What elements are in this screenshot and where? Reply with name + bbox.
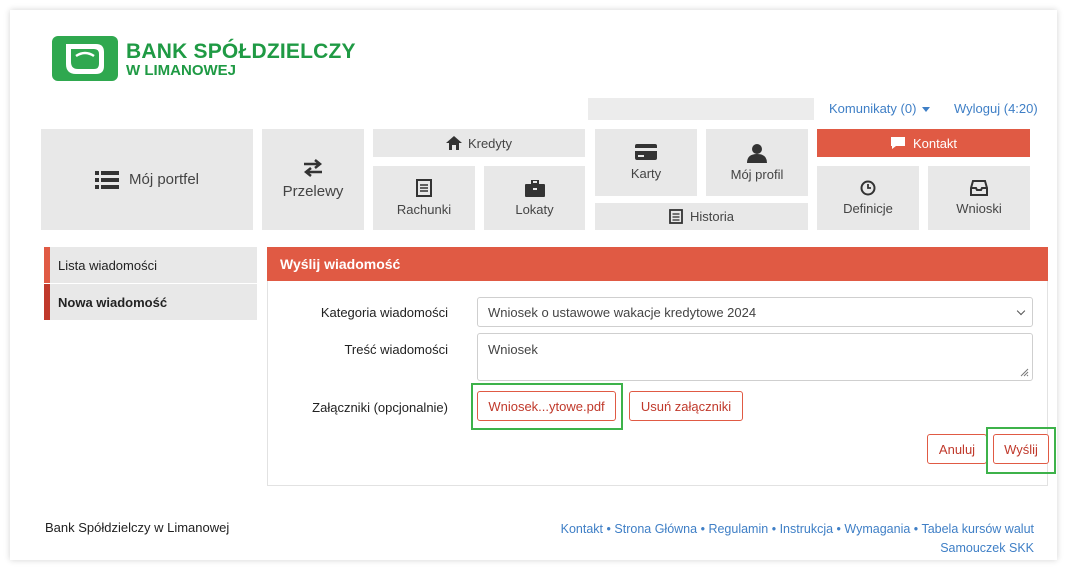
sidebar-item-lista-wiadomosci[interactable]: Lista wiadomości — [44, 247, 257, 283]
menu-definicje-label: Definicje — [843, 201, 893, 216]
content-value: Wniosek — [488, 342, 538, 357]
transfer-arrows-icon — [303, 159, 323, 177]
menu-wnioski[interactable]: Wnioski — [928, 166, 1030, 230]
category-label: Kategoria wiadomości — [320, 305, 448, 320]
content-label: Treść wiadomości — [344, 342, 448, 357]
footer-link-instrukcja[interactable]: Instrukcja — [780, 522, 834, 536]
credit-card-icon — [635, 144, 657, 160]
menu-rachunki[interactable]: Rachunki — [373, 166, 475, 230]
menu-moj-portfel[interactable]: Mój portfel — [41, 129, 253, 230]
menu-kontakt[interactable]: Kontakt — [817, 129, 1030, 157]
footer-bank-name: Bank Spółdzielczy w Limanowej — [45, 520, 230, 535]
send-button[interactable]: Wyślij — [993, 434, 1049, 464]
footer-link-wymagania[interactable]: Wymagania — [844, 522, 910, 536]
content-textarea[interactable]: Wniosek — [477, 333, 1033, 381]
sidebar-item-label: Nowa wiadomość — [58, 294, 168, 310]
footer-link-tabela-kursow[interactable]: Tabela kursów walut — [921, 522, 1034, 536]
menu-przelewy-label: Przelewy — [282, 183, 344, 200]
menu-wnioski-label: Wnioski — [956, 201, 1002, 216]
menu-moj-profil[interactable]: Mój profil — [706, 129, 808, 196]
list-icon — [94, 170, 119, 189]
komunikaty-label: Komunikaty (0) — [829, 101, 917, 116]
document-icon — [416, 179, 432, 197]
inbox-icon — [970, 180, 988, 196]
komunikaty-dropdown[interactable]: Komunikaty (0) — [829, 101, 931, 116]
user-icon — [747, 144, 767, 163]
bank-logo-icon[interactable] — [52, 36, 118, 81]
chevron-down-icon — [1016, 306, 1026, 316]
menu-karty[interactable]: Karty — [595, 129, 697, 196]
menu-definicje[interactable]: Definicje — [817, 166, 919, 230]
sidebar-item-label: Lista wiadomości — [58, 257, 157, 273]
sidebar-item-nowa-wiadomosc[interactable]: Nowa wiadomość — [44, 284, 257, 320]
menu-lokaty[interactable]: Lokaty — [484, 166, 585, 230]
menu-historia-label: Historia — [689, 209, 735, 224]
home-icon — [445, 136, 462, 150]
brand-name-line2: W LIMANOWEJ — [126, 62, 236, 79]
menu-kontakt-label: Kontakt — [912, 135, 958, 151]
footer-link-samouczek[interactable]: Samouczek SKK — [940, 541, 1034, 555]
menu-kredyty[interactable]: Kredyty — [373, 129, 585, 157]
panel-title: Wyślij wiadomość — [267, 247, 1048, 281]
menu-karty-label: Karty — [630, 166, 662, 181]
panel-title-text: Wyślij wiadomość — [280, 256, 401, 272]
attachments-label: Załączniki (opcjonalnie) — [312, 400, 448, 415]
briefcase-icon — [524, 179, 545, 197]
footer-links: Kontakt • Strona Główna • Regulamin • In… — [560, 522, 1034, 555]
category-selected-value: Wniosek o ustawowe wakacje kredytowe 202… — [488, 305, 757, 320]
footer-link-regulamin[interactable]: Regulamin — [708, 522, 768, 536]
menu-kredyty-label: Kredyty — [467, 135, 513, 151]
menu-moj-profil-label: Mój profil — [730, 167, 784, 182]
footer-link-kontakt[interactable]: Kontakt — [561, 522, 603, 536]
clock-icon — [860, 180, 876, 196]
menu-lokaty-label: Lokaty — [515, 201, 554, 217]
cancel-button[interactable]: Anuluj — [927, 434, 987, 464]
brand-name-line1: BANK SPÓŁDZIELCZY — [126, 40, 356, 63]
top-info-bar — [588, 98, 814, 120]
menu-historia[interactable]: Historia — [595, 203, 808, 230]
list-document-icon — [669, 209, 683, 224]
footer-link-strona-glowna[interactable]: Strona Główna — [614, 522, 697, 536]
caret-down-icon — [922, 107, 931, 113]
resize-grip-icon[interactable] — [1019, 367, 1029, 377]
category-select[interactable]: Wniosek o ustawowe wakacje kredytowe 202… — [477, 297, 1033, 327]
attachment-file-button[interactable]: Wniosek...ytowe.pdf — [477, 391, 616, 421]
menu-rachunki-label: Rachunki — [396, 202, 452, 217]
menu-przelewy[interactable]: Przelewy — [262, 129, 364, 230]
menu-moj-portfel-label: Mój portfel — [128, 171, 200, 188]
chat-bubble-icon — [890, 137, 905, 149]
logout-link[interactable]: Wyloguj (4:20) — [954, 101, 1038, 116]
remove-attachments-button[interactable]: Usuń załączniki — [629, 391, 743, 421]
